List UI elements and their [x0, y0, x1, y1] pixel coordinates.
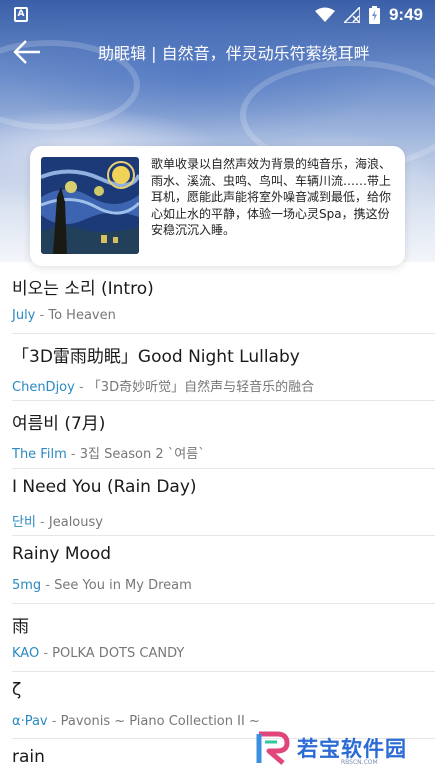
- watermark-logo-icon: [256, 731, 290, 765]
- playlist-info-card: 歌单收录以自然声效为背景的纯音乐，海浪、雨水、溪流、虫鸣、鸟叫、车辆川流……带上…: [30, 146, 405, 266]
- signal-icon: [343, 7, 360, 23]
- song-separator: -: [35, 308, 49, 323]
- song-list-item[interactable]: I Need You (Rain Day) 단비 - Jealousy: [0, 469, 435, 537]
- watermark-url: RBSCN.COM: [341, 759, 378, 766]
- song-meta: The Film - 3집 Season 2 `여름`: [12, 443, 205, 462]
- song-title: I Need You (Rain Day): [12, 476, 197, 497]
- notification-icon: A: [14, 7, 28, 22]
- playlist-description: 歌单收录以自然声效为背景的纯音乐，海浪、雨水、溪流、虫鸣、鸟叫、车辆川流……带上…: [151, 157, 392, 237]
- song-meta: 단비 - Jealousy: [12, 511, 103, 530]
- song-album: POLKA DOTS CANDY: [52, 645, 185, 661]
- song-separator: -: [41, 578, 55, 594]
- song-separator: -: [66, 447, 80, 463]
- song-album: See You in My Dream: [54, 578, 192, 594]
- song-meta: KAO - POLKA DOTS CANDY: [12, 646, 184, 661]
- song-artist: The Film: [12, 447, 67, 463]
- song-list-item[interactable]: 비오는 소리 (Intro) July - To Heaven: [0, 266, 435, 334]
- song-artist: α·Pav: [12, 713, 48, 729]
- wifi-icon: [314, 7, 335, 22]
- song-meta: July - To Heaven: [12, 308, 116, 323]
- song-meta: ChenDjoy - 「3D奇妙听觉」自然声与轻音乐的融合: [12, 376, 314, 395]
- song-separator: -: [39, 645, 53, 661]
- song-title: 비오는 소리 (Intro): [12, 279, 154, 299]
- song-title: Rainy Mood: [12, 544, 112, 565]
- song-artist: July: [12, 308, 36, 323]
- song-list-item[interactable]: 「3D雷雨助眠」Good Night Lullaby ChenDjoy - 「3…: [0, 334, 435, 402]
- song-separator: -: [47, 713, 61, 729]
- song-separator: -: [74, 379, 88, 395]
- song-artist: 5mg: [12, 578, 42, 594]
- song-album: To Heaven: [48, 308, 116, 323]
- song-album: 3집 Season 2 `여름`: [79, 447, 205, 463]
- song-album: Pavonis ~ Piano Collection II ~: [60, 713, 260, 729]
- arrow-left-icon: [13, 40, 40, 64]
- song-album: 「3D奇妙听觉」自然声与轻音乐的融合: [87, 379, 315, 395]
- page-title: 助眠辑 | 自然音，伴灵动乐符萦绕耳畔: [98, 44, 370, 63]
- song-artist: KAO: [12, 645, 40, 661]
- toolbar: 助眠辑 | 自然音，伴灵动乐符萦绕耳畔: [0, 32, 435, 72]
- song-meta: 5mg - See You in My Dream: [12, 578, 192, 593]
- song-artist: ChenDjoy: [12, 379, 75, 395]
- song-title: 「3D雷雨助眠」Good Night Lullaby: [12, 346, 300, 367]
- song-list-item[interactable]: 雨 KAO - POLKA DOTS CANDY: [0, 604, 435, 672]
- song-album: Jealousy: [48, 514, 103, 530]
- site-watermark: 若宝软件园 RBSCN.COM: [255, 728, 425, 768]
- song-list-item[interactable]: Rainy Mood 5mg - See You in My Dream: [0, 536, 435, 604]
- song-list: 비오는 소리 (Intro) July - To Heaven 「3D雷雨助眠」…: [0, 266, 435, 775]
- song-title: ζ: [12, 679, 22, 700]
- song-separator: -: [35, 514, 49, 530]
- song-artist: 단비: [12, 514, 36, 530]
- playlist-cover-image[interactable]: [41, 157, 139, 254]
- song-title: rain: [12, 747, 45, 768]
- song-meta: α·Pav - Pavonis ~ Piano Collection II ~: [12, 714, 260, 729]
- back-button[interactable]: [12, 37, 42, 67]
- song-title: 雨: [12, 616, 29, 637]
- battery-charging-icon: [368, 6, 380, 24]
- status-bar: A 9:49: [0, 0, 435, 30]
- song-list-item[interactable]: 여름비 (7月) The Film - 3집 Season 2 `여름`: [0, 401, 435, 469]
- song-title: 여름비 (7月): [12, 414, 106, 435]
- status-time: 9:49: [388, 5, 423, 24]
